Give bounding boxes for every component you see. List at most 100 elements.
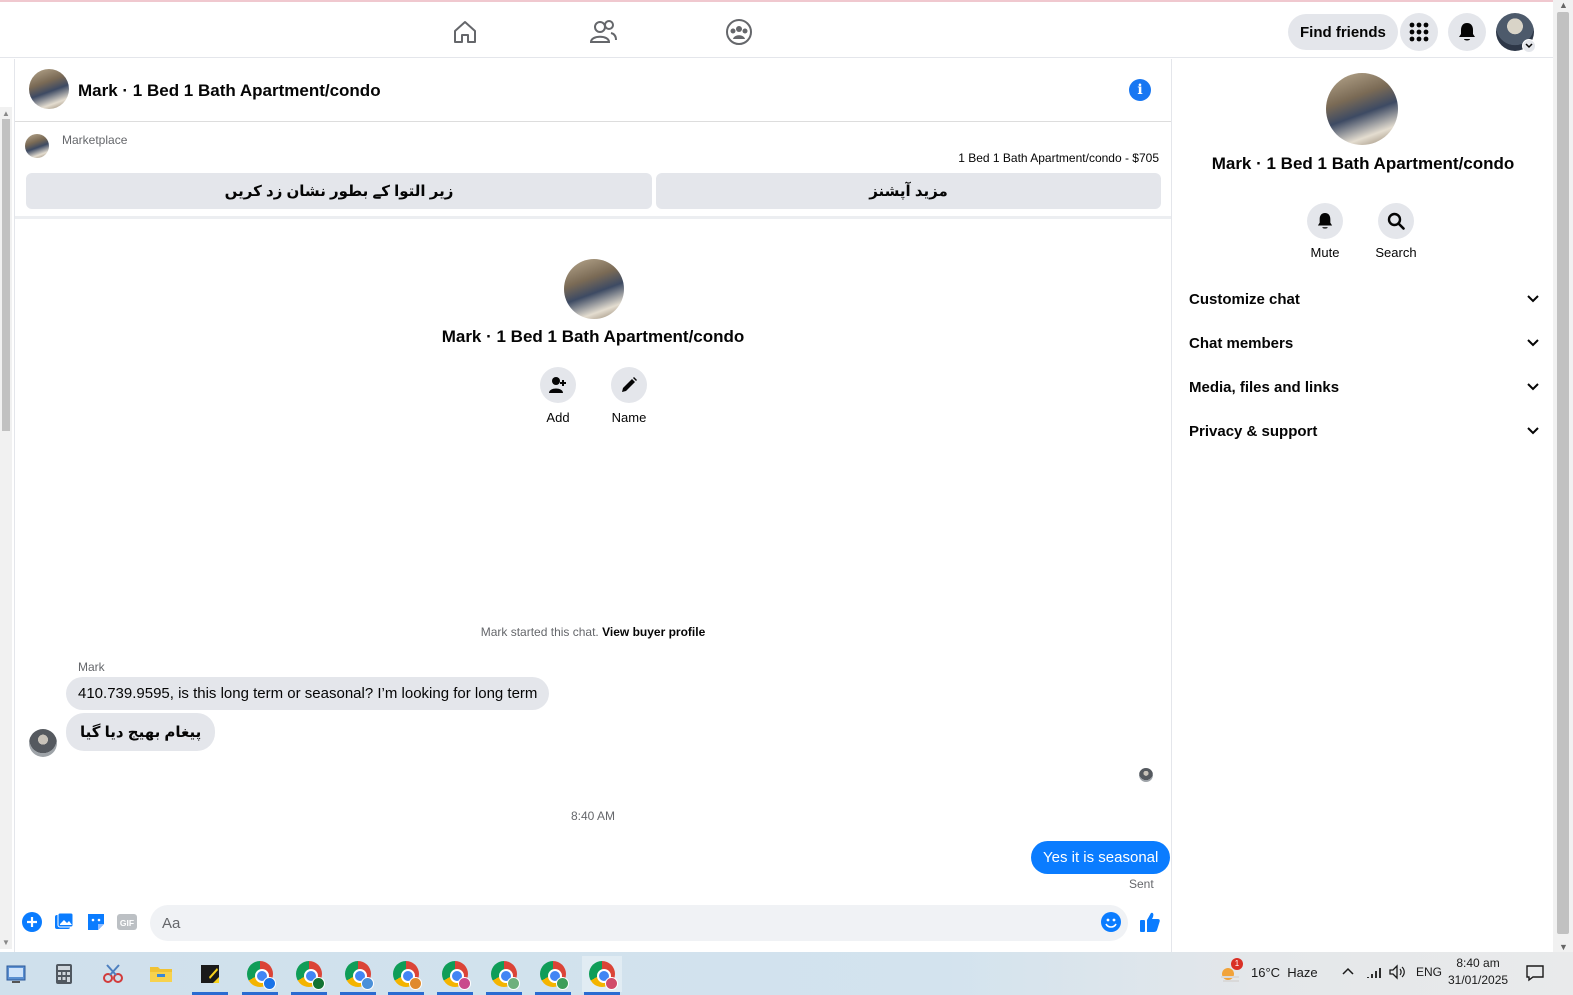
mute-label: Mute [1310,245,1340,260]
name-chat-action[interactable]: Name [599,367,659,425]
gif-icon[interactable]: GIF [116,911,138,933]
clock-time: 8:40 am [1456,956,1500,970]
language-indicator[interactable]: ENG [1416,965,1442,979]
friends-icon[interactable] [585,14,621,50]
scroll-up-icon[interactable]: ▲ [2,109,10,118]
sender-name: Mark [78,660,105,674]
chrome-profile-8-icon[interactable] [582,956,622,995]
message-bubble[interactable]: پیغام بھیج دیا گیا [66,713,216,751]
top-navigation: Find friends [0,0,1553,58]
wifi-icon[interactable] [1366,964,1384,985]
name-label: Name [611,410,647,425]
snipping-tool-icon[interactable] [93,956,133,992]
weather-text[interactable]: 16°C Haze [1251,965,1318,980]
marketplace-label: Marketplace [62,133,128,147]
my-message-bubble[interactable]: Yes it is seasonal [1031,841,1171,874]
scroll-up-icon[interactable]: ▲ [1559,0,1568,10]
chevron-down-icon [1527,427,1539,435]
section-label: Privacy & support [1189,422,1318,440]
account-avatar[interactable] [1496,13,1536,53]
listing-title-price[interactable]: 1 Bed 1 Bath Apartment/condo - $705 [958,151,1159,165]
chat-scrollbar[interactable]: ▲ ▼ [0,107,12,949]
home-icon[interactable] [447,14,483,50]
view-buyer-profile-link[interactable]: View buyer profile [602,625,705,639]
scroll-down-icon[interactable]: ▼ [2,938,10,947]
chrome-profile-6-icon[interactable] [484,956,524,995]
add-label: Add [546,410,570,425]
message-composer: GIF [15,901,1171,951]
chat-header: Mark · 1 Bed 1 Bath Apartment/condo i [15,59,1171,122]
info-icon[interactable]: i [1129,79,1151,101]
emoji-icon[interactable] [1100,911,1122,933]
notifications-bell-icon[interactable] [1448,13,1486,51]
chevron-down-icon [1527,339,1539,347]
chrome-profile-5-icon[interactable] [435,956,475,995]
info-profile-name: Mark · 1 Bed 1 Bath Apartment/condo [1211,154,1515,173]
chat-started-note: Mark started this chat. View buyer profi… [15,625,1171,639]
chat-profile-name: Mark · 1 Bed 1 Bath Apartment/condo [441,327,745,346]
clock-date: 31/01/2025 [1448,973,1509,987]
chevron-down-icon [1527,383,1539,391]
search-label: Search [1375,245,1417,260]
gif-label: GIF [120,918,134,928]
add-people-action[interactable]: Add [528,367,588,425]
sticky-notes-icon[interactable] [190,956,230,995]
media-files-links-section[interactable]: Media, files and links [1189,369,1539,405]
chrome-profile-4-icon[interactable] [386,956,426,995]
chat-panel: Mark · 1 Bed 1 Bath Apartment/condo i Ma… [14,59,1172,952]
chrome-profile-3-icon[interactable] [338,956,378,995]
search-action[interactable]: Search [1366,203,1426,260]
customize-chat-section[interactable]: Customize chat [1189,281,1539,317]
windows-taskbar: 1 16°C Haze ENG 8:40 am 31/01/2025 [0,952,1573,995]
chat-info-panel: Mark · 1 Bed 1 Bath Apartment/condo Mute… [1173,59,1553,952]
find-friends-button[interactable]: Find friends [1288,14,1398,50]
scrollbar-thumb[interactable] [1557,12,1569,934]
more-options-button[interactable]: مزید آپشنز [656,173,1161,209]
listing-thumbnail [25,134,49,158]
pencil-icon[interactable] [611,367,647,403]
thumbs-up-icon[interactable] [1139,911,1161,933]
page-scrollbar[interactable]: ▲ ▼ [1553,0,1573,952]
message-bubble[interactable]: 410.739.9595, is this long term or seaso… [66,677,550,710]
read-receipt-avatar [1139,768,1153,782]
speaker-icon[interactable] [1388,964,1406,985]
scrollbar-thumb[interactable] [2,119,10,431]
chevron-up-icon[interactable] [1341,964,1355,983]
file-explorer-icon[interactable] [141,956,181,992]
chrome-profile-7-icon[interactable] [533,956,573,995]
info-profile-avatar[interactable] [1326,73,1398,145]
sticker-icon[interactable] [85,911,107,933]
section-label: Chat members [1189,334,1294,352]
started-text: Mark started this chat. [480,625,599,639]
chat-avatar[interactable] [29,69,69,109]
groups-icon[interactable] [721,14,757,50]
menu-grid-icon[interactable] [1400,13,1438,51]
control-panel-icon[interactable] [0,956,36,992]
notification-center-icon[interactable] [1525,964,1545,987]
message-input[interactable] [150,905,1128,941]
sender-avatar[interactable] [29,729,57,757]
marketplace-banner: Marketplace 1 Bed 1 Bath Apartment/condo… [15,123,1171,219]
message-timestamp: 8:40 AM [570,809,616,823]
chrome-profile-2-icon[interactable] [289,956,329,995]
chevron-down-icon [1522,39,1536,53]
search-icon[interactable] [1378,203,1414,239]
weather-alert-badge: 1 [1231,958,1243,970]
mark-pending-button[interactable]: زیر التوا کے بطور نشان زد کریں [26,173,652,209]
weather-icon[interactable]: 1 [1218,958,1244,985]
add-person-icon[interactable] [540,367,576,403]
calculator-icon[interactable] [44,956,84,992]
chevron-down-icon [1527,295,1539,303]
photo-icon[interactable] [53,911,75,933]
chat-title[interactable]: Mark · 1 Bed 1 Bath Apartment/condo [78,81,381,101]
privacy-support-section[interactable]: Privacy & support [1189,413,1539,449]
chat-profile-avatar[interactable] [564,259,624,319]
mute-action[interactable]: Mute [1295,203,1355,260]
chrome-profile-1-icon[interactable] [240,956,280,995]
plus-circle-icon[interactable] [21,911,43,933]
bell-icon[interactable] [1307,203,1343,239]
chat-members-section[interactable]: Chat members [1189,325,1539,361]
section-label: Customize chat [1189,290,1300,308]
scroll-down-icon[interactable]: ▼ [1559,942,1568,952]
taskbar-clock[interactable]: 8:40 am 31/01/2025 [1448,955,1508,989]
